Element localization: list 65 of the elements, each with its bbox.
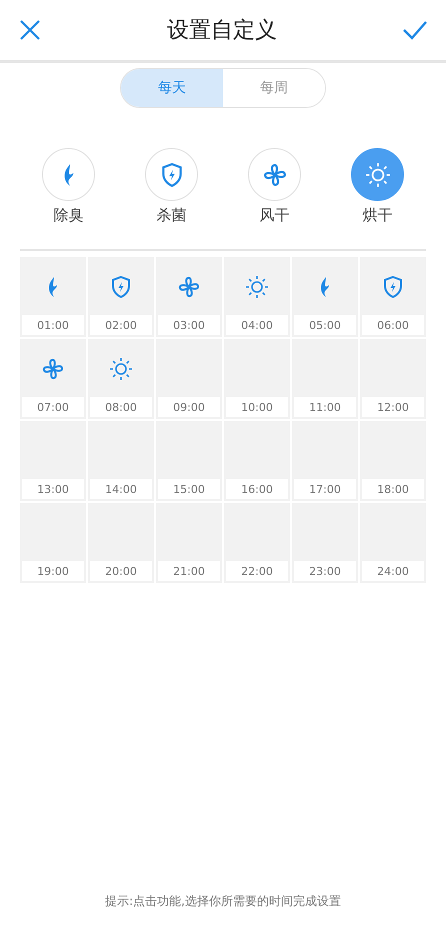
- time-label: 13:00: [22, 479, 84, 499]
- fan-icon: [41, 357, 65, 381]
- time-label: 24:00: [362, 561, 424, 581]
- shield-icon: [381, 275, 405, 299]
- time-slot[interactable]: 10:00: [224, 339, 290, 419]
- shield-icon: [109, 275, 133, 299]
- time-label: 15:00: [158, 479, 220, 499]
- time-slot[interactable]: 24:00: [360, 503, 426, 583]
- fan-icon: [177, 275, 201, 299]
- time-slot[interactable]: 23:00: [292, 503, 358, 583]
- function-label: 除臭: [54, 206, 84, 225]
- time-label: 06:00: [362, 315, 424, 335]
- sun-icon: [364, 162, 390, 188]
- time-label: 17:00: [294, 479, 356, 499]
- time-slot[interactable]: 20:00: [88, 503, 154, 583]
- time-label: 08:00: [90, 397, 152, 417]
- time-label: 01:00: [22, 315, 84, 335]
- time-label: 23:00: [294, 561, 356, 581]
- function-label: 风干: [260, 206, 290, 225]
- time-slot[interactable]: 18:00: [360, 421, 426, 501]
- time-label: 12:00: [362, 397, 424, 417]
- time-slot[interactable]: 14:00: [88, 421, 154, 501]
- time-slot[interactable]: 08:00: [88, 339, 154, 419]
- time-slot[interactable]: 02:00: [88, 257, 154, 337]
- sun-icon: [245, 275, 269, 299]
- time-slot[interactable]: 17:00: [292, 421, 358, 501]
- time-label: 02:00: [90, 315, 152, 335]
- fan-icon: [262, 162, 288, 188]
- time-label: 09:00: [158, 397, 220, 417]
- time-label: 18:00: [362, 479, 424, 499]
- time-label: 11:00: [294, 397, 356, 417]
- time-label: 20:00: [90, 561, 152, 581]
- time-slot[interactable]: 04:00: [224, 257, 290, 337]
- sun-icon: [109, 357, 133, 381]
- page-title: 设置自定义: [167, 17, 277, 45]
- close-icon[interactable]: [18, 18, 42, 42]
- time-slot[interactable]: 12:00: [360, 339, 426, 419]
- time-label: 21:00: [158, 561, 220, 581]
- period-tab[interactable]: 每天: [121, 69, 223, 107]
- time-slot[interactable]: 19:00: [20, 503, 86, 583]
- hint-text: 提示:点击功能,选择你所需要的时间完成设置: [105, 893, 341, 910]
- time-slot[interactable]: 05:00: [292, 257, 358, 337]
- time-label: 07:00: [22, 397, 84, 417]
- time-slot[interactable]: 07:00: [20, 339, 86, 419]
- time-slot[interactable]: 15:00: [156, 421, 222, 501]
- time-label: 05:00: [294, 315, 356, 335]
- time-label: 14:00: [90, 479, 152, 499]
- time-slot[interactable]: 03:00: [156, 257, 222, 337]
- time-label: 16:00: [226, 479, 288, 499]
- time-slot[interactable]: 06:00: [360, 257, 426, 337]
- time-slot[interactable]: 09:00: [156, 339, 222, 419]
- function-label: 烘干: [362, 206, 392, 225]
- time-slot[interactable]: 16:00: [224, 421, 290, 501]
- time-label: 03:00: [158, 315, 220, 335]
- time-label: 22:00: [226, 561, 288, 581]
- time-slot[interactable]: 01:00: [20, 257, 86, 337]
- time-slot[interactable]: 21:00: [156, 503, 222, 583]
- function-button[interactable]: [351, 148, 404, 201]
- function-label: 杀菌: [156, 206, 186, 225]
- time-slot[interactable]: 11:00: [292, 339, 358, 419]
- time-label: 10:00: [226, 397, 288, 417]
- time-label: 19:00: [22, 561, 84, 581]
- time-label: 04:00: [226, 315, 288, 335]
- time-slot[interactable]: 22:00: [224, 503, 290, 583]
- time-slot[interactable]: 13:00: [20, 421, 86, 501]
